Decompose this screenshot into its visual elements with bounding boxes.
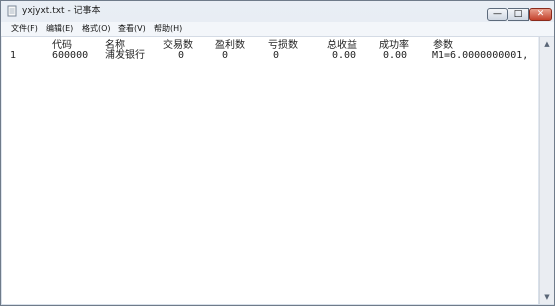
scroll-up-icon[interactable]: ▲ [540, 37, 554, 51]
notepad-icon [7, 5, 17, 17]
cell-total-return: 0.00 [332, 50, 357, 61]
cell-params: M1=6.0000000001, [432, 50, 529, 61]
maximize-icon: □ [513, 9, 523, 19]
vertical-scrollbar[interactable]: ▲ ▼ [539, 37, 554, 304]
title-bar[interactable]: yxjyxt.txt - 记事本 — □ ✕ [1, 1, 554, 21]
text-editor[interactable]: 代码 名称 交易数 盈利数 亏损数 总收益 成功率 参数 1 600000 浦发… [2, 37, 538, 304]
menu-view[interactable]: 查看(V) [118, 23, 146, 35]
close-icon: ✕ [536, 9, 545, 19]
data-row: 1 600000 浦发银行 0 0 0 0.00 0.00 M1=6.00000… [2, 50, 538, 62]
scroll-down-icon[interactable]: ▼ [540, 290, 554, 304]
cell-index: 1 [10, 50, 17, 61]
cell-name: 浦发银行 [105, 50, 145, 61]
menu-bar: 文件(F) 编辑(E) 格式(O) 查看(V) 帮助(H) [1, 22, 554, 37]
cell-success-rate: 0.00 [383, 50, 408, 61]
close-button[interactable]: ✕ [529, 8, 552, 21]
minimize-icon: — [493, 9, 502, 19]
menu-format[interactable]: 格式(O) [82, 23, 111, 35]
menu-file[interactable]: 文件(F) [11, 23, 38, 35]
maximize-button[interactable]: □ [508, 8, 529, 21]
cell-wins: 0 [222, 50, 229, 61]
cell-code: 600000 [52, 50, 89, 61]
cell-trades: 0 [178, 50, 185, 61]
cell-losses: 0 [273, 50, 280, 61]
minimize-button[interactable]: — [487, 8, 508, 21]
window-title: yxjyxt.txt - 记事本 [22, 6, 101, 16]
menu-edit[interactable]: 编辑(E) [46, 23, 73, 35]
menu-help[interactable]: 帮助(H) [154, 23, 182, 35]
notepad-window: yxjyxt.txt - 记事本 — □ ✕ 文件(F) 编辑(E) 格式(O)… [0, 0, 555, 306]
